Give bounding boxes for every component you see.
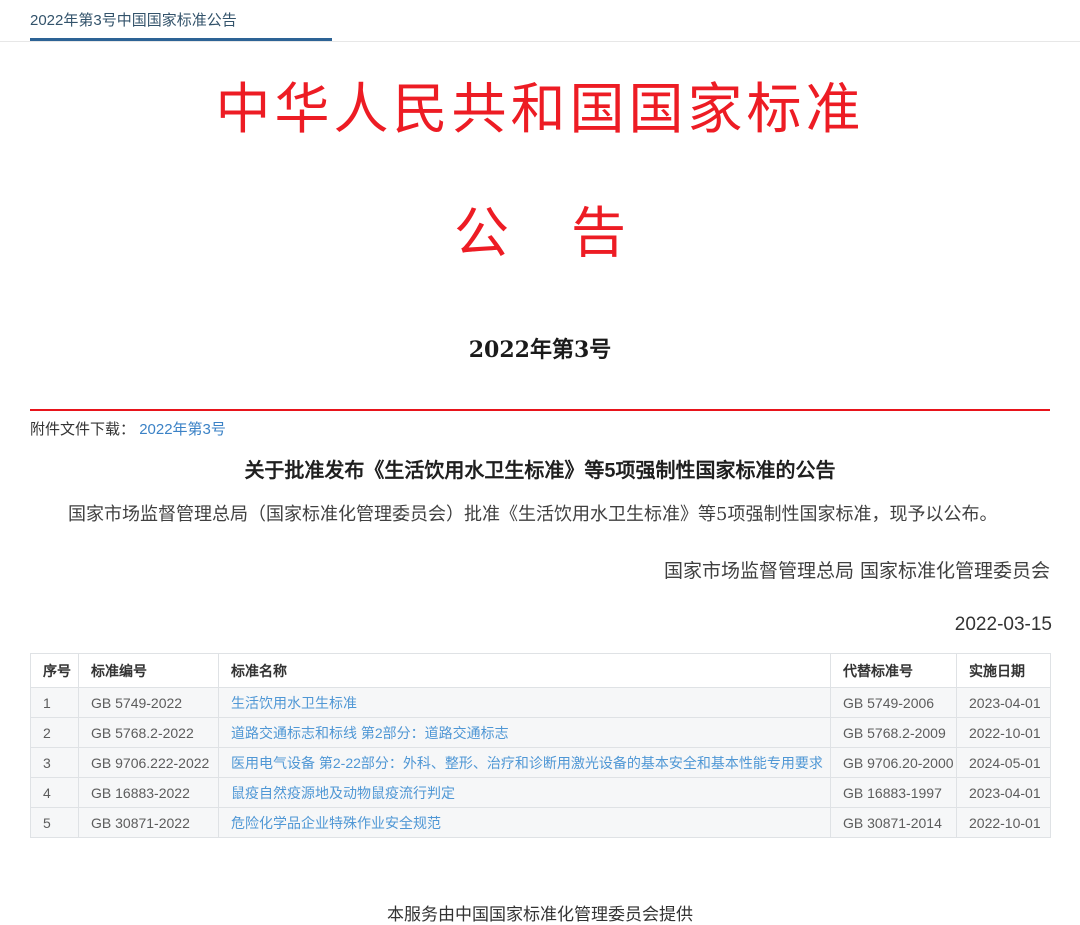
table-row: 4GB 16883-2022 鼠疫自然疫源地及动物鼠疫流行判定 GB 16883-1…	[31, 778, 1051, 808]
subtitle-char-gao: 告	[571, 188, 626, 268]
standard-code: GB 16883-2022	[79, 778, 219, 808]
issue-number: 2022年第3号	[0, 332, 1080, 364]
effective-date: 2022-10-01	[957, 718, 1051, 748]
footer-service-note: 本服务由中国国家标准化管理委员会提供	[0, 900, 1080, 925]
column-header-row-index: 序号	[31, 654, 79, 688]
standard-name-cell: 危险化学品企业特殊作业安全规范	[219, 808, 831, 838]
attachment-label: 附件文件下载：	[30, 421, 135, 438]
effective-date: 2023-04-01	[957, 778, 1051, 808]
attachment-download-link[interactable]: 2022年第3号	[139, 421, 226, 438]
table-row: 3GB 9706.222-2022 医用电气设备 第2-22部分：外科、整形、治疗…	[31, 748, 1051, 778]
publish-date: 2022-03-15	[0, 614, 1052, 636]
standard-name-link[interactable]: 生活饮用水卫生标准	[231, 695, 357, 711]
tab-bar: 2022年第3号中国国家标准公告	[0, 0, 1080, 42]
document-title: 中华人民共和国国家标准	[0, 64, 1080, 144]
effective-date: 2024-05-01	[957, 748, 1051, 778]
replaced-standard: GB 9706.20-2000	[831, 748, 957, 778]
tab-announcement-2022-no3[interactable]: 2022年第3号中国国家标准公告	[30, 9, 332, 41]
standard-code: GB 5768.2-2022	[79, 718, 219, 748]
column-header-standard-name: 标准名称	[219, 654, 831, 688]
replaced-standard: GB 16883-1997	[831, 778, 957, 808]
table-row: 1GB 5749-2022 生活饮用水卫生标准 GB 5749-20062023-0…	[31, 688, 1051, 718]
replaced-standard: GB 30871-2014	[831, 808, 957, 838]
attachment-line: 附件文件下载： 2022年第3号	[30, 418, 1080, 439]
row-index: 5	[31, 808, 79, 838]
standards-table: 序号标准编号标准名称代替标准号实施日期 1GB 5749-2022 生活饮用水卫生…	[30, 653, 1051, 838]
row-index: 1	[31, 688, 79, 718]
document-subtitle: 公 告	[0, 188, 1080, 268]
row-index: 4	[31, 778, 79, 808]
standard-name-link[interactable]: 危险化学品企业特殊作业安全规范	[231, 815, 441, 831]
issuing-authorities: 国家市场监督管理总局 国家标准化管理委员会	[0, 556, 1050, 583]
effective-date: 2023-04-01	[957, 688, 1051, 718]
standard-name-cell: 医用电气设备 第2-22部分：外科、整形、治疗和诊断用激光设备的基本安全和基本性…	[219, 748, 831, 778]
notice-body: 国家市场监督管理总局（国家标准化管理委员会）批准《生活饮用水卫生标准》等5项强制…	[32, 503, 1048, 527]
standard-name-cell: 鼠疫自然疫源地及动物鼠疫流行判定	[219, 778, 831, 808]
row-index: 3	[31, 748, 79, 778]
standard-name-link[interactable]: 鼠疫自然疫源地及动物鼠疫流行判定	[231, 785, 455, 801]
standard-name-cell: 生活饮用水卫生标准	[219, 688, 831, 718]
standard-name-cell: 道路交通标志和标线 第2部分：道路交通标志	[219, 718, 831, 748]
table-row: 2GB 5768.2-2022 道路交通标志和标线 第2部分：道路交通标志 GB 5…	[31, 718, 1051, 748]
column-header-replaced-standard: 代替标准号	[831, 654, 957, 688]
column-header-effective-date: 实施日期	[957, 654, 1051, 688]
row-index: 2	[31, 718, 79, 748]
effective-date: 2022-10-01	[957, 808, 1051, 838]
red-divider	[30, 409, 1050, 411]
standard-code: GB 30871-2022	[79, 808, 219, 838]
replaced-standard: GB 5749-2006	[831, 688, 957, 718]
column-header-standard-code: 标准编号	[79, 654, 219, 688]
table-header-row: 序号标准编号标准名称代替标准号实施日期	[31, 654, 1051, 688]
table-row: 5GB 30871-2022 危险化学品企业特殊作业安全规范 GB 30871-20…	[31, 808, 1051, 838]
standard-code: GB 9706.222-2022	[79, 748, 219, 778]
notice-heading: 关于批准发布《生活饮用水卫生标准》等5项强制性国家标准的公告	[0, 454, 1080, 483]
standard-name-link[interactable]: 医用电气设备 第2-22部分：外科、整形、治疗和诊断用激光设备的基本安全和基本性…	[231, 755, 823, 771]
replaced-standard: GB 5768.2-2009	[831, 718, 957, 748]
standard-name-link[interactable]: 道路交通标志和标线 第2部分：道路交通标志	[231, 725, 509, 741]
subtitle-char-gong: 公	[454, 188, 509, 268]
standard-code: GB 5749-2022	[79, 688, 219, 718]
